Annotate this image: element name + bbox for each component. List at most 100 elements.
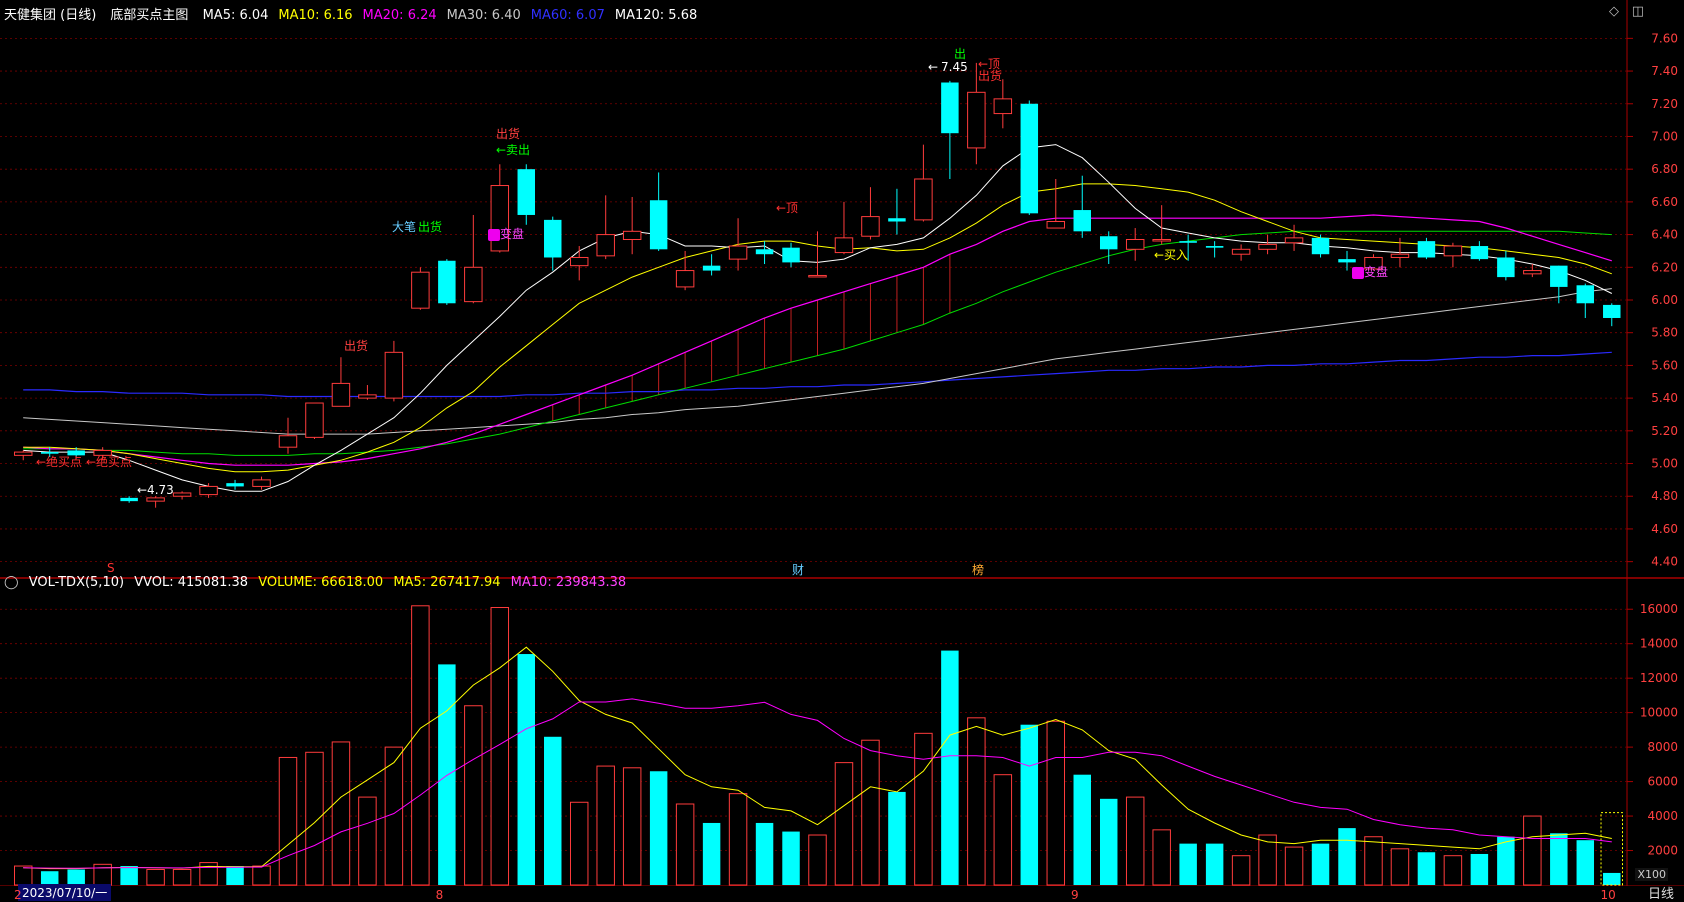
ma-legend-item: MA20: 6.24 [362, 8, 437, 23]
volume-bar-down [1550, 833, 1568, 885]
volume-bar-up [596, 765, 615, 886]
vol-ma10-value: MA10: 239843.38 [510, 575, 627, 590]
candle-body-down [782, 247, 800, 263]
candle-body-up [808, 274, 827, 278]
candle-body-up [411, 271, 430, 309]
candle-body-down [649, 200, 668, 250]
candle-body-up [1231, 248, 1251, 255]
x100-scale-label: X100 [1635, 868, 1668, 881]
volume-bar-up [569, 801, 589, 886]
candle-body-down [1550, 265, 1568, 287]
candle-body-up [1390, 253, 1410, 258]
sell-label: ←卖出 [496, 143, 531, 157]
stock-chart[interactable]: 4.40 4.60 4.80 5.00 5.20 5.40 5.60 5.80 6.00 6.20… [0, 0, 1684, 902]
date-indicator: 2023/07/10/一 [18, 884, 112, 901]
volume-bar-down [1020, 724, 1039, 885]
candle-body-down [702, 265, 721, 271]
candle-body-up [358, 394, 377, 399]
volume-bar-up [331, 741, 351, 886]
candle-body-down [1179, 241, 1197, 243]
low-price-label: ←4.73 [137, 483, 174, 497]
high-price-label: 7.45 [941, 60, 968, 74]
candle-body-down [1576, 285, 1595, 304]
price-tick-label: 4.80 [1651, 489, 1678, 503]
candle-body-up [834, 237, 854, 254]
change-label-2: 变盘 [1352, 265, 1388, 279]
volume-tick-label: 4000 [1647, 809, 1678, 823]
volume-bar-down [1603, 872, 1621, 885]
volume-bar-down [755, 822, 774, 885]
candle-body-up [914, 178, 933, 221]
price-tick-label: 7.60 [1651, 31, 1678, 45]
ranking-marker[interactable]: 榜 [972, 561, 984, 578]
candle-body-up [14, 451, 33, 456]
finance-marker[interactable]: 财 [792, 561, 804, 578]
ma-legend-item: MA60: 6.07 [530, 8, 605, 23]
candle-body-down [438, 260, 456, 304]
volume-bar-down [1205, 843, 1224, 885]
candle-body-up [331, 382, 351, 407]
volume-bar-up [1231, 855, 1251, 886]
collapse-icon[interactable]: ◯ [4, 575, 19, 590]
volume-bar-up [278, 756, 298, 886]
volume-bar-up [967, 717, 986, 886]
volume-bar-up [1046, 720, 1066, 886]
candle-body-down [1417, 241, 1436, 258]
candle-body-up [993, 98, 1013, 115]
volume-bar-up [1125, 796, 1145, 886]
candle-body-down [226, 483, 244, 487]
candle-body-up [384, 351, 404, 399]
volume-bar-up [622, 767, 642, 886]
volume-bar-down [438, 664, 456, 885]
volume-bar-up [993, 774, 1013, 886]
out-label: 出 [954, 47, 967, 61]
volume-bar-up [464, 705, 483, 886]
candle-body-up [596, 234, 615, 257]
change-marker-icon [1352, 266, 1364, 279]
buy-point-label-1: ←绝买点 [36, 455, 83, 469]
volume-bar-down [1099, 798, 1118, 885]
volume-bar-down [888, 791, 906, 885]
candle-body-down [1073, 210, 1091, 232]
candle-body-up [146, 497, 165, 502]
candle-body-down [941, 82, 959, 134]
period-label[interactable]: 日线 [1648, 883, 1674, 902]
candle-body-up [622, 230, 642, 240]
volume-bar-up [861, 739, 880, 886]
restore-icon[interactable]: ◫ [1632, 4, 1644, 19]
candle-body-down [1470, 246, 1489, 260]
volume-bar-down [1338, 828, 1356, 885]
diamond-icon[interactable]: ◇ [1609, 4, 1619, 19]
vol-ma5-value: MA5: 267417.94 [393, 575, 501, 590]
volume-bar-down [1179, 843, 1197, 885]
price-tick-label: 6.80 [1651, 162, 1678, 176]
ma-legend-item: MA5: 6.04 [202, 8, 269, 23]
volume-bar-down [517, 654, 536, 885]
candle-body-up [569, 256, 589, 267]
price-tick-label: 6.20 [1651, 260, 1678, 274]
time-axis: 2023/07/10/一 2 8 9 10 日线 [0, 883, 1684, 902]
candle-body-down [544, 219, 562, 258]
candle-body-up [675, 270, 695, 288]
price-tick-label: 5.00 [1651, 457, 1678, 471]
s-marker[interactable]: S [107, 561, 115, 575]
volume-bar-up [305, 751, 324, 886]
volume-bar-up [1284, 846, 1304, 886]
candle-body-up [861, 216, 880, 237]
volume-bar-down [782, 831, 800, 885]
volume-bar-up [1443, 855, 1463, 886]
vvol-value: VVOL: 415081.38 [134, 575, 249, 590]
volume-bar-down [40, 871, 59, 885]
volume-bar-down [1073, 774, 1091, 885]
volume-bar-up [358, 796, 377, 886]
volume-bar-up [14, 865, 33, 886]
price-tick-label: 6.60 [1651, 195, 1678, 209]
price-header: 天健集团 (日线) 底部买点主图 MA5: 6.04 MA10: 6.16 MA20… [4, 4, 717, 23]
volume-bar-down [544, 736, 562, 885]
candle-body-up [1523, 270, 1542, 275]
candle-body-up [252, 479, 271, 487]
volume-tick-label: 10000 [1640, 706, 1678, 720]
volume-tick-label: 16000 [1640, 602, 1678, 616]
ma120-line [23, 351, 1612, 398]
candle-body-up [1443, 245, 1463, 257]
